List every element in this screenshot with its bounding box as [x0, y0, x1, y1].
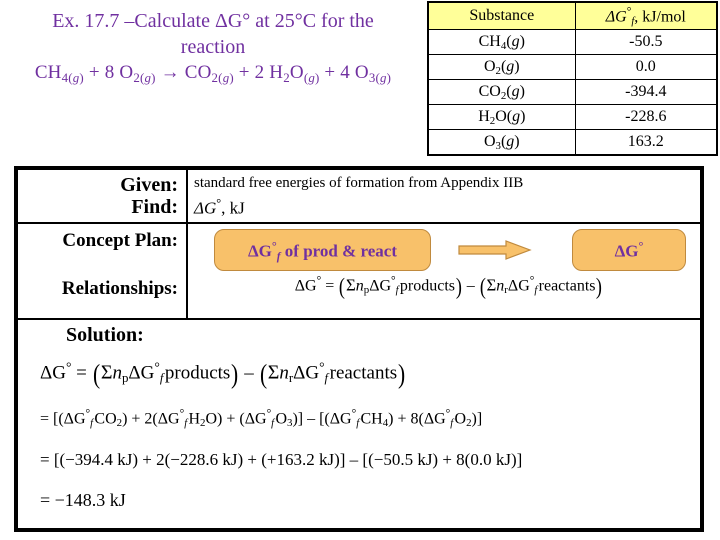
cell-substance: CH4(g)	[427, 29, 576, 55]
concept-plan-box-output-label: ΔG°	[614, 238, 644, 261]
find-value: ΔG°, kJ	[194, 196, 245, 218]
given-value: standard free energies of formation from…	[194, 175, 524, 191]
cell-substance: H2O(g)	[427, 104, 576, 130]
relationships-formula: ΔG° = (ΣnpΔG°f products) – (ΣnrΔG°f reac…	[294, 274, 603, 300]
concept-plan-box-output: ΔG°	[572, 229, 686, 271]
divider-label-column	[186, 170, 188, 318]
worksheet-upper-grid: Given: Find: Concept Plan: Relationships…	[18, 170, 700, 320]
cell-dgf: -50.5	[574, 29, 718, 55]
cell-dgf: 0.0	[574, 54, 718, 80]
relationships-label: Relationships:	[61, 278, 178, 299]
table-row: O3(g) 163.2	[427, 129, 718, 156]
page-title: Ex. 17.7 –Calculate ΔG° at 25°C for the …	[4, 8, 422, 87]
divider-relationships-solution	[18, 318, 700, 320]
solution-line-1: ΔG° = (ΣnpΔG°f products) – (ΣnrΔG°f reac…	[40, 358, 406, 389]
concept-plan-box-input: ΔG°f of prod & react	[214, 229, 431, 271]
table-row: CH4(g) -50.5	[427, 29, 718, 55]
title-line-2: reaction	[180, 36, 246, 58]
cell-substance: CO2(g)	[427, 79, 576, 105]
concept-plan-label: Concept Plan:	[62, 230, 178, 251]
find-label: Find:	[131, 196, 178, 218]
table-row: H2O(g) -228.6	[427, 104, 718, 130]
solution-line-2: = [(ΔG°f CO2) + 2(ΔG°f H2O) + (ΔG°f O3)]…	[40, 408, 483, 430]
table-row: O2(g) 0.0	[427, 54, 718, 80]
solution-line-3: = [(−394.4 kJ) + 2(−228.6 kJ) + (+163.2 …	[40, 450, 523, 469]
cell-dgf: 163.2	[574, 129, 718, 156]
solution-label: Solution:	[66, 324, 144, 346]
concept-plan-arrow-icon	[458, 240, 532, 260]
given-label: Given:	[120, 174, 178, 196]
title-reaction-equation: CH4(g) + 8 O2(g) → CO2(g) + 2 H2O(g) + 4…	[34, 62, 392, 85]
cell-dgf: -394.4	[574, 79, 718, 105]
cell-substance: O2(g)	[427, 54, 576, 80]
cell-dgf: -228.6	[574, 104, 718, 130]
concept-plan-box-input-label: ΔG°f of prod & react	[247, 238, 397, 263]
divider-given-concept	[18, 222, 700, 224]
table-header-row: Substance ΔG°f, kJ/mol	[427, 1, 718, 30]
title-line-1: Ex. 17.7 –Calculate ΔG° at 25°C for the	[52, 10, 374, 32]
problem-solving-frame: Given: Find: Concept Plan: Relationships…	[14, 166, 704, 532]
table-row: CO2(g) -394.4	[427, 79, 718, 105]
formation-energy-table: Substance ΔG°f, kJ/mol CH4(g) -50.5 O2(g…	[427, 1, 718, 156]
column-header-substance: Substance	[427, 1, 576, 30]
solution-line-4: = −148.3 kJ	[40, 490, 126, 510]
cell-substance: O3(g)	[427, 129, 576, 156]
reaction-arrow-glyph: →	[160, 62, 180, 83]
column-header-dgf: ΔG°f, kJ/mol	[574, 1, 718, 30]
